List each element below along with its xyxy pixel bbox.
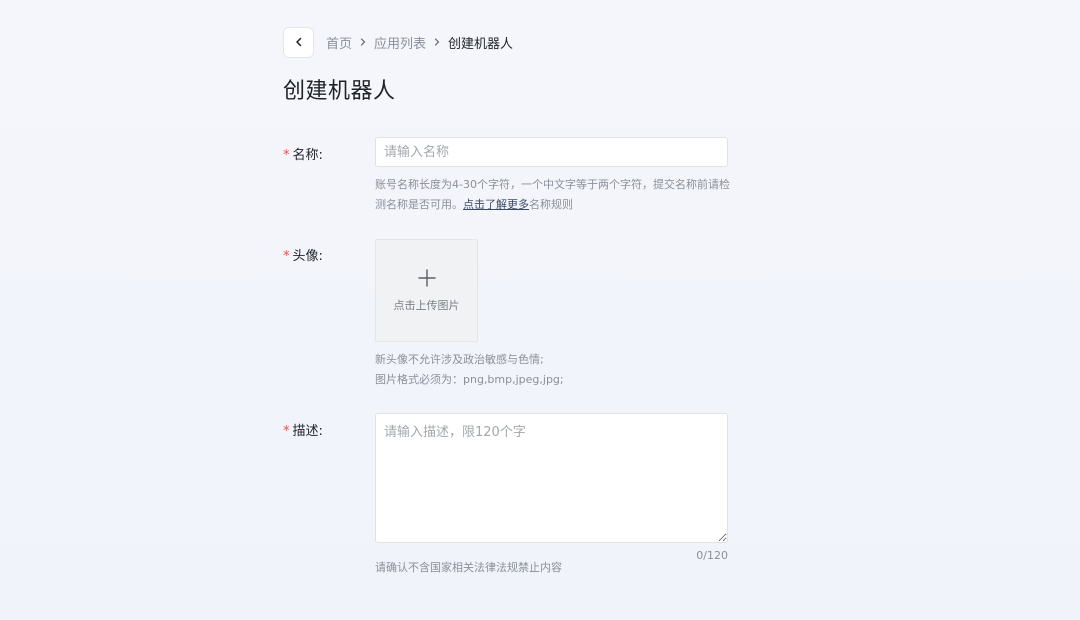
description-label-text: 描述: — [292, 424, 323, 439]
breadcrumb-current: 创建机器人 — [448, 36, 514, 52]
page-title: 创建机器人 — [283, 79, 396, 104]
name-label: * 名称: — [283, 144, 323, 163]
back-button[interactable] — [283, 26, 314, 58]
description-field: 0/120 请确认不含国家相关法律法规禁止内容 — [375, 413, 730, 578]
avatar-label-text: 头像: — [292, 249, 323, 264]
learn-more-link[interactable]: 点击了解更多 — [463, 198, 529, 211]
avatar-hint: 新头像不允许涉及政治敏感与色情; 图片格式必须为：png,bmp,jpeg,jp… — [375, 350, 730, 390]
breadcrumb-bar: 首页 应用列表 创建机器人 — [283, 26, 733, 58]
avatar-hint-line1: 新头像不允许涉及政治敏感与色情; — [375, 353, 544, 366]
breadcrumb-home[interactable]: 首页 — [326, 33, 352, 52]
name-label-text: 名称: — [292, 148, 323, 163]
breadcrumb: 首页 应用列表 创建机器人 — [326, 33, 513, 52]
description-label: * 描述: — [283, 420, 323, 439]
description-textarea[interactable] — [375, 413, 728, 543]
required-mark: * — [283, 424, 290, 439]
plus-icon — [417, 268, 436, 287]
required-mark: * — [283, 148, 290, 163]
avatar-field: 点击上传图片 新头像不允许涉及政治敏感与色情; 图片格式必须为：png,bmp,… — [375, 239, 730, 390]
description-hint: 请确认不含国家相关法律法规禁止内容 — [375, 561, 562, 574]
avatar-hint-line2: 图片格式必须为：png,bmp,jpeg,jpg; — [375, 373, 564, 386]
upload-text: 点击上传图片 — [393, 298, 460, 312]
avatar-upload-button[interactable]: 点击上传图片 — [375, 239, 478, 342]
avatar-label: * 头像: — [283, 245, 323, 264]
chevron-right-icon — [359, 38, 367, 46]
required-mark: * — [283, 249, 290, 264]
chevron-left-icon — [295, 37, 301, 47]
create-bot-page: 首页 应用列表 创建机器人 创建机器人 — [283, 26, 733, 105]
name-hint: 账号名称长度为4-30个字符，一个中文字等于两个字符，提交名称前请检测名称是否可… — [375, 175, 730, 215]
chevron-right-icon — [433, 38, 441, 46]
name-hint-suffix: 名称规则 — [529, 198, 573, 211]
breadcrumb-app-list[interactable]: 应用列表 — [374, 33, 426, 52]
name-input[interactable] — [375, 137, 728, 167]
name-field: 账号名称长度为4-30个字符，一个中文字等于两个字符，提交名称前请检测名称是否可… — [375, 137, 730, 215]
